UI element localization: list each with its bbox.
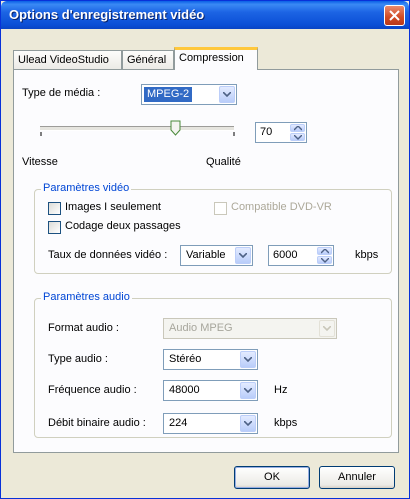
chevron-down-icon bbox=[294, 135, 302, 140]
chevron-down-icon bbox=[319, 320, 335, 337]
tab-ulead-videostudio[interactable]: Ulead VideoStudio bbox=[13, 50, 122, 69]
cancel-button[interactable]: Annuler bbox=[319, 466, 395, 489]
media-type-value: MPEG-2 bbox=[144, 87, 193, 102]
chevron-down-icon[interactable] bbox=[219, 86, 235, 103]
audio-format-label: Format audio : bbox=[48, 322, 119, 334]
i-frames-only-label: Images I seulement bbox=[65, 201, 161, 213]
slider-ticks bbox=[40, 132, 235, 136]
window-title: Options d'enregistrement vidéo bbox=[9, 7, 205, 22]
video-rate-unit: kbps bbox=[355, 249, 379, 261]
audio-type-select[interactable]: Stéréo bbox=[163, 349, 258, 370]
close-button[interactable] bbox=[384, 5, 405, 26]
chevron-down-icon[interactable] bbox=[240, 351, 256, 368]
tab-label: Compression bbox=[179, 52, 244, 64]
video-rate-spinner[interactable]: 6000 bbox=[268, 245, 334, 266]
tab-label: Ulead VideoStudio bbox=[18, 54, 109, 66]
close-icon bbox=[389, 10, 400, 21]
two-pass-checkbox[interactable] bbox=[48, 221, 61, 234]
media-type-select[interactable]: MPEG-2 bbox=[141, 84, 237, 105]
video-rate-value: 6000 bbox=[273, 249, 298, 261]
video-rate-mode-select[interactable]: Variable bbox=[180, 245, 253, 266]
spin-up-button[interactable] bbox=[290, 124, 305, 132]
audio-frequency-label: Fréquence audio : bbox=[48, 384, 137, 396]
compression-panel: Type de média : MPEG-2 70 Vitesse Qualit… bbox=[13, 69, 399, 453]
two-pass-label: Codage deux passages bbox=[65, 220, 181, 232]
chevron-down-icon[interactable] bbox=[240, 415, 256, 432]
tab-compression[interactable]: Compression bbox=[174, 47, 258, 70]
title-bar[interactable]: Options d'enregistrement vidéo bbox=[1, 1, 409, 29]
quality-label: Qualité bbox=[206, 156, 241, 168]
tab-label: Général bbox=[127, 54, 167, 66]
audio-bitrate-unit: kbps bbox=[274, 417, 298, 429]
i-frames-only-checkbox[interactable] bbox=[48, 202, 61, 215]
audio-type-label: Type audio : bbox=[48, 353, 108, 365]
video-rate-label: Taux de données vidéo : bbox=[48, 249, 168, 261]
media-type-label: Type de média : bbox=[22, 87, 101, 99]
dvd-vr-label: Compatible DVD-VR bbox=[231, 201, 332, 213]
quality-spinner[interactable]: 70 bbox=[255, 122, 307, 143]
audio-bitrate-select[interactable]: 224 bbox=[163, 413, 258, 434]
chevron-down-icon[interactable] bbox=[235, 247, 251, 264]
ok-button-label: OK bbox=[264, 471, 280, 483]
speed-label: Vitesse bbox=[22, 156, 58, 168]
ok-button[interactable]: OK bbox=[234, 466, 310, 489]
spin-down-button[interactable] bbox=[290, 133, 305, 141]
dialog-window: Options d'enregistrement vidéo Ulead Vid… bbox=[0, 0, 410, 499]
spin-up-button[interactable] bbox=[317, 247, 332, 255]
chevron-down-icon[interactable] bbox=[240, 382, 256, 399]
video-params-legend: Paramètres vidéo bbox=[41, 182, 132, 194]
dvd-vr-checkbox bbox=[214, 202, 227, 215]
audio-bitrate-value: 224 bbox=[169, 417, 188, 429]
audio-format-select: Audio MPEG bbox=[163, 318, 337, 339]
quality-value: 70 bbox=[260, 126, 273, 138]
audio-frequency-select[interactable]: 48000 bbox=[163, 380, 258, 401]
audio-type-value: Stéréo bbox=[169, 353, 202, 365]
tab-general[interactable]: Général bbox=[122, 50, 174, 69]
quality-slider-track[interactable] bbox=[40, 126, 234, 131]
spin-down-button[interactable] bbox=[317, 256, 332, 264]
chevron-up-icon bbox=[321, 249, 329, 254]
audio-params-legend: Paramètres audio bbox=[41, 291, 132, 303]
audio-bitrate-label: Débit binaire audio : bbox=[48, 417, 146, 429]
cancel-button-label: Annuler bbox=[338, 471, 376, 483]
audio-format-value: Audio MPEG bbox=[169, 322, 233, 334]
quality-slider-thumb[interactable] bbox=[170, 120, 181, 136]
video-rate-mode-value: Variable bbox=[186, 249, 226, 261]
chevron-up-icon bbox=[294, 126, 302, 131]
audio-frequency-value: 48000 bbox=[169, 384, 200, 396]
chevron-down-icon bbox=[321, 258, 329, 263]
audio-frequency-unit: Hz bbox=[274, 384, 288, 396]
